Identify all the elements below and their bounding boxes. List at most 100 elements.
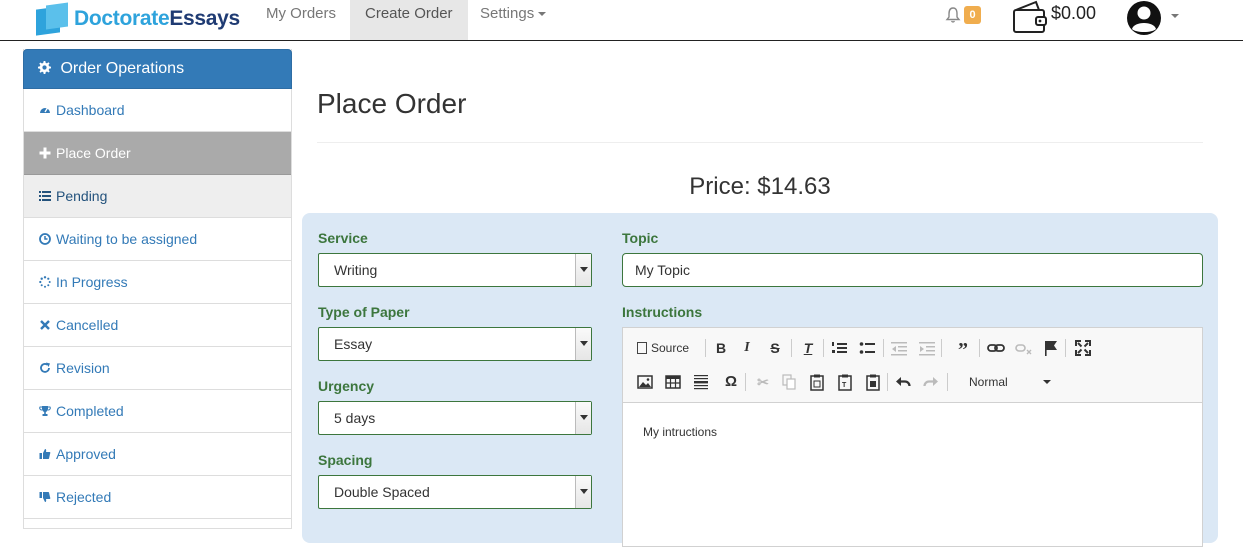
- paper-type-value: Essay: [334, 336, 373, 352]
- service-value: Writing: [334, 262, 378, 278]
- chevron-down-icon: [575, 328, 591, 360]
- table-icon[interactable]: [665, 372, 681, 392]
- strikethrough-icon[interactable]: S: [765, 338, 785, 358]
- chevron-down-icon: [575, 402, 591, 434]
- toolbar-divider: [745, 373, 746, 391]
- sidebar-item-dashboard[interactable]: Dashboard: [24, 89, 291, 132]
- spacing-select[interactable]: Double Spaced: [318, 475, 592, 509]
- toolbar-divider: [791, 339, 792, 357]
- link-icon[interactable]: [987, 338, 1005, 358]
- wallet-balance: $0.00: [1051, 3, 1097, 23]
- svg-text:T: T: [842, 382, 847, 389]
- sidebar-item-cancelled[interactable]: Cancelled: [24, 304, 291, 347]
- nav-settings-label: Settings: [480, 5, 535, 22]
- undo-icon[interactable]: [895, 372, 911, 392]
- outdent-icon[interactable]: [891, 338, 907, 358]
- sidebar-item-approved[interactable]: Approved: [24, 433, 291, 476]
- topic-input[interactable]: My Topic: [622, 253, 1203, 287]
- nav-create-order[interactable]: Create Order: [350, 0, 468, 40]
- spacing-value: Double Spaced: [334, 484, 430, 500]
- paste-word-icon[interactable]: [865, 372, 881, 392]
- anchor-flag-icon[interactable]: [1043, 338, 1059, 358]
- horizontal-rule-icon[interactable]: [693, 372, 709, 392]
- chevron-down-icon[interactable]: [1171, 14, 1179, 18]
- chevron-down-icon: [1043, 380, 1051, 384]
- notification-badge[interactable]: 0: [964, 6, 981, 24]
- refresh-icon: [40, 362, 50, 373]
- logo-icon: [36, 2, 68, 36]
- cut-icon[interactable]: ✂: [753, 372, 773, 392]
- toolbar-divider: [705, 339, 706, 357]
- indent-icon[interactable]: [919, 338, 935, 358]
- bullet-list-icon[interactable]: [859, 338, 875, 358]
- bold-icon[interactable]: B: [711, 338, 731, 358]
- urgency-label: Urgency: [318, 378, 375, 394]
- trophy-icon: [39, 406, 51, 416]
- instructions-label: Instructions: [622, 304, 703, 320]
- sidebar-item-revision[interactable]: Revision: [24, 347, 291, 390]
- toolbar-divider: [823, 339, 824, 357]
- thumbs-up-icon: [39, 449, 51, 459]
- sidebar-item-rejected[interactable]: Rejected: [24, 476, 291, 519]
- editor-toolbar: Source B I S T ” Ω ✂ T Normal: [623, 328, 1202, 403]
- sidebar-item-label: Approved: [56, 446, 116, 462]
- sidebar-item-in-progress[interactable]: In Progress: [24, 261, 291, 304]
- avatar-icon[interactable]: [1126, 0, 1162, 36]
- nav-my-orders[interactable]: My Orders: [251, 0, 351, 40]
- order-form-panel: Service Writing Type of Paper Essay Urge…: [302, 213, 1218, 547]
- bell-icon[interactable]: [945, 6, 961, 24]
- urgency-value: 5 days: [334, 410, 376, 426]
- topic-label: Topic: [622, 230, 659, 246]
- brand-name-part1: Doctorate: [74, 7, 170, 30]
- sidebar-item-label: Dashboard: [56, 102, 125, 118]
- source-label: Source: [651, 341, 690, 355]
- sidebar-item-label: Waiting to be assigned: [56, 231, 198, 247]
- format-value: Normal: [969, 375, 1008, 389]
- sidebar-item-completed[interactable]: Completed: [24, 390, 291, 433]
- unlink-icon[interactable]: [1015, 338, 1033, 358]
- instructions-text[interactable]: My intructions: [623, 403, 1202, 461]
- sidebar-item-label: Rejected: [56, 489, 112, 505]
- gear-icon: [38, 61, 51, 74]
- chevron-down-icon: [575, 254, 591, 286]
- sidebar-item-waiting[interactable]: Waiting to be assigned: [24, 218, 291, 261]
- instructions-editor: Source B I S T ” Ω ✂ T Normal My intruct…: [622, 327, 1203, 547]
- urgency-select[interactable]: 5 days: [318, 401, 592, 435]
- title-divider: [317, 142, 1203, 143]
- maximize-icon[interactable]: [1075, 338, 1091, 358]
- paste-text-icon[interactable]: T: [837, 372, 853, 392]
- format-dropdown[interactable]: Normal: [953, 372, 1051, 392]
- brand-name-part2: Essays: [169, 7, 240, 30]
- paste-icon[interactable]: [809, 372, 825, 392]
- order-price: Price: $14.63: [689, 173, 831, 200]
- source-button[interactable]: Source: [637, 338, 697, 358]
- blockquote-icon[interactable]: ”: [953, 338, 973, 361]
- brand-logo[interactable]: DoctorateEssays: [36, 2, 240, 36]
- sidebar-item-place-order[interactable]: Place Order: [24, 132, 291, 175]
- toolbar-divider: [887, 373, 888, 391]
- special-char-icon[interactable]: Ω: [721, 372, 741, 392]
- service-label: Service: [318, 230, 368, 246]
- numbered-list-icon[interactable]: [831, 338, 847, 358]
- spinner-icon: [39, 276, 51, 288]
- service-select[interactable]: Writing: [318, 253, 592, 287]
- toolbar-divider: [1065, 339, 1066, 357]
- copy-icon[interactable]: [781, 372, 797, 392]
- chevron-down-icon: [538, 12, 547, 17]
- sidebar-title: Order Operations: [60, 60, 185, 77]
- italic-icon[interactable]: I: [737, 338, 757, 358]
- redo-icon[interactable]: [923, 372, 939, 392]
- wallet-icon[interactable]: [1012, 0, 1048, 34]
- chevron-down-icon: [575, 476, 591, 508]
- clock-icon: [39, 233, 51, 245]
- sidebar-item-label: In Progress: [56, 274, 128, 290]
- spacing-label: Spacing: [318, 452, 373, 468]
- sidebar-item-label: Pending: [56, 188, 108, 204]
- image-icon[interactable]: [637, 372, 653, 392]
- nav-settings[interactable]: Settings: [465, 0, 561, 40]
- toolbar-divider: [941, 339, 942, 357]
- sidebar-item-pending[interactable]: Pending: [24, 175, 291, 218]
- remove-format-icon[interactable]: T: [798, 338, 818, 358]
- paper-type-select[interactable]: Essay: [318, 327, 592, 361]
- source-icon: [637, 342, 647, 354]
